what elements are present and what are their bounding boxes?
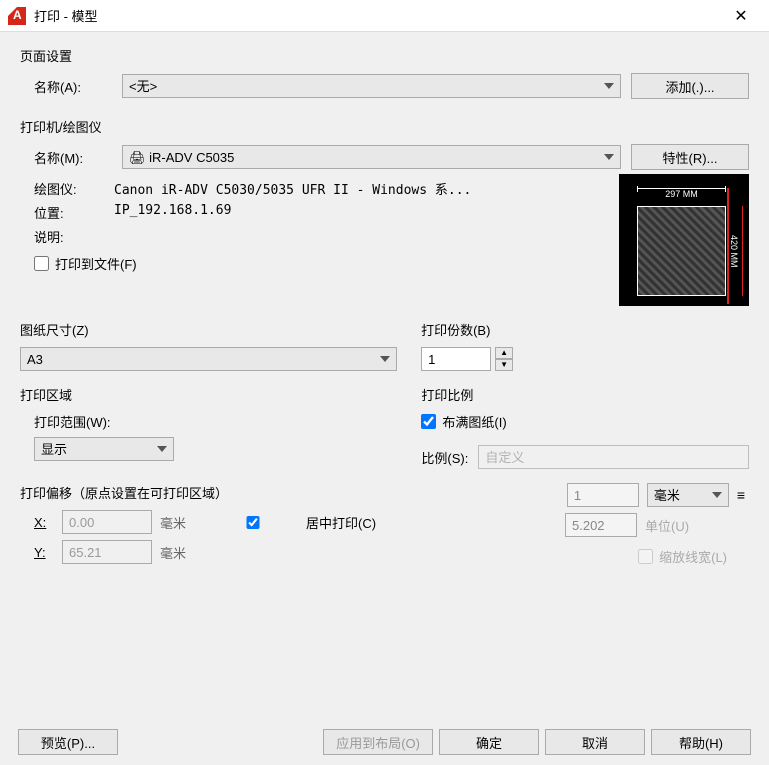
preview-width-label: 297 MM	[637, 188, 726, 199]
dialog-footer: 预览(P)... 应用到布局(O) 确定 取消 帮助(H)	[0, 723, 769, 765]
plot-area-group: 打印区域 打印范围(W): 显示	[18, 381, 399, 465]
close-button[interactable]: ✕	[721, 0, 761, 32]
help-button[interactable]: 帮助(H)	[651, 729, 751, 755]
scale-ratio-label: 比例(S):	[421, 448, 468, 467]
offset-y-label: Y:	[34, 545, 54, 560]
offset-x-label: X:	[34, 515, 54, 530]
printer-title: 打印机/绘图仪	[20, 117, 749, 136]
cancel-button[interactable]: 取消	[545, 729, 645, 755]
preview-height-label: 420 MM	[729, 206, 743, 296]
apply-layout-button: 应用到布局(O)	[323, 729, 433, 755]
location-value: IP_192.168.1.69	[114, 203, 231, 222]
paper-preview: 297 MM 420 MM	[619, 174, 749, 306]
app-icon	[8, 7, 26, 25]
offset-y-unit: 毫米	[160, 543, 200, 562]
window-title: 打印 - 模型	[34, 6, 721, 25]
plotter-label: 绘图仪:	[34, 179, 114, 198]
scale-unit-select[interactable]: 毫米	[647, 483, 729, 507]
scale-ratio-select: 自定义	[478, 445, 749, 469]
copies-group: 打印份数(B) ▲ ▼	[419, 316, 751, 375]
ok-button[interactable]: 确定	[439, 729, 539, 755]
location-label: 位置:	[34, 203, 114, 222]
page-setup-name-select[interactable]: <无>	[122, 74, 621, 98]
scale-group: 打印比例 布满图纸(I) 比例(S): 自定义 毫米 ≡	[419, 381, 751, 570]
copies-up-button[interactable]: ▲	[495, 347, 513, 359]
printer-group: 打印机/绘图仪 名称(M): 🖨 iR-ADV C5035 特性(R)... 绘…	[18, 113, 751, 310]
center-plot-checkbox[interactable]	[208, 516, 298, 529]
offset-title: 打印偏移（原点设置在可打印区域）	[20, 483, 397, 502]
description-label: 说明:	[34, 227, 114, 246]
fit-to-paper-label: 布满图纸(I)	[442, 412, 506, 431]
scale-denominator-input[interactable]	[565, 513, 637, 537]
scale-lineweight-label: 缩放线宽(L)	[659, 547, 727, 566]
scale-numerator-input[interactable]	[567, 483, 639, 507]
preview-button[interactable]: 预览(P)...	[18, 729, 118, 755]
copies-title: 打印份数(B)	[421, 320, 749, 339]
page-setup-name-label: 名称(A):	[34, 77, 112, 96]
plot-area-title: 打印区域	[20, 385, 397, 404]
fit-to-paper-checkbox[interactable]	[421, 414, 436, 429]
plotter-value: Canon iR-ADV C5030/5035 UFR II - Windows…	[114, 179, 471, 198]
paper-size-group: 图纸尺寸(Z) A3	[18, 316, 399, 375]
offset-y-input[interactable]	[62, 540, 152, 564]
offset-x-unit: 毫米	[160, 513, 200, 532]
scale-lineweight-checkbox	[638, 549, 653, 564]
add-page-setup-button[interactable]: 添加(.)...	[631, 73, 749, 99]
paper-size-title: 图纸尺寸(Z)	[20, 320, 397, 339]
copies-input[interactable]	[421, 347, 491, 371]
plot-range-select[interactable]: 显示	[34, 437, 174, 461]
paper-size-select[interactable]: A3	[20, 347, 397, 371]
titlebar: 打印 - 模型 ✕	[0, 0, 769, 32]
equals-icon: ≡	[737, 487, 745, 503]
offset-x-input[interactable]	[62, 510, 152, 534]
printer-properties-button[interactable]: 特性(R)...	[631, 144, 749, 170]
center-plot-label: 居中打印(C)	[306, 513, 376, 532]
offset-group: 打印偏移（原点设置在可打印区域） X: 毫米 居中打印(C) Y: 毫米	[18, 479, 399, 574]
printer-name-label: 名称(M):	[34, 148, 112, 167]
print-to-file-label: 打印到文件(F)	[55, 254, 137, 273]
print-to-file-checkbox[interactable]	[34, 256, 49, 271]
page-setup-title: 页面设置	[20, 46, 749, 65]
scale-title: 打印比例	[421, 385, 749, 404]
plot-range-label: 打印范围(W):	[34, 412, 397, 431]
copies-down-button[interactable]: ▼	[495, 359, 513, 371]
printer-name-select[interactable]: 🖨 iR-ADV C5035	[122, 145, 621, 169]
scale-unit-label: 单位(U)	[645, 516, 727, 535]
page-setup-group: 页面设置 名称(A): <无> 添加(.)...	[18, 42, 751, 107]
